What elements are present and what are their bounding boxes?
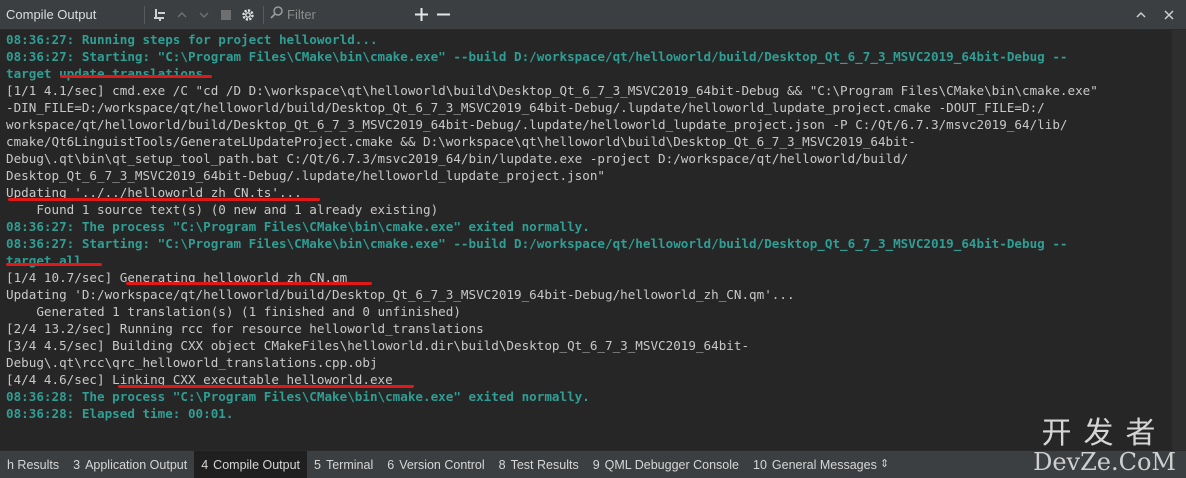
output-line: cmake/Qt6LinguistTools/GenerateLUpdatePr… <box>6 133 1098 150</box>
down-icon[interactable] <box>193 4 215 26</box>
search-icon <box>270 5 284 24</box>
tab-test-results[interactable]: 8 Test Results <box>492 451 586 478</box>
maximize-icon[interactable] <box>1130 4 1152 26</box>
tab-application-output[interactable]: 3 Application Output <box>66 451 194 478</box>
pane-title: Compile Output <box>6 7 97 22</box>
tab-qml-debugger-console[interactable]: 9 QML Debugger Console <box>586 451 746 478</box>
output-text-segment: [1/4 10.7/sec] <box>6 270 120 285</box>
output-text-segment: 08:36:28: The process "C:\Program Files\… <box>6 389 590 404</box>
gear-icon[interactable] <box>237 4 259 26</box>
compile-output-panel[interactable]: 08:36:27: Running steps for project hell… <box>0 30 1186 450</box>
annotation-underline <box>118 385 414 388</box>
output-line: target all <box>6 252 1098 269</box>
tab-label: Application Output <box>85 457 188 472</box>
tab-label: Test Results <box>510 457 579 472</box>
tab-label: QML Debugger Console <box>604 457 739 472</box>
filter-placeholder: Filter <box>287 7 316 22</box>
annotation-underline <box>8 198 320 201</box>
annotation-underline <box>60 75 212 78</box>
minus-icon[interactable] <box>432 4 454 26</box>
output-text-segment: target <box>6 66 60 81</box>
output-text-segment: cmake/Qt6LinguistTools/GenerateLUpdatePr… <box>6 134 916 149</box>
tab-number: 5 <box>314 457 321 472</box>
output-text-segment: workspace/qt/helloworld/build/Desktop_Qt… <box>6 117 1068 132</box>
output-line: Debug\.qt\bin\qt_setup_tool_path.bat C:/… <box>6 150 1098 167</box>
tab-number: 3 <box>73 457 81 472</box>
output-text-segment: Debug\.qt\bin\qt_setup_tool_path.bat C:/… <box>6 151 909 166</box>
output-line: target update translations <box>6 65 1098 82</box>
tab-terminal[interactable]: 5 Terminal <box>307 451 380 478</box>
output-line: Generated 1 translation(s) (1 finished a… <box>6 303 1098 320</box>
output-text-segment: Updating 'D:/workspace/qt/helloworld/bui… <box>6 287 795 302</box>
output-text-segment: Generated 1 translation(s) (1 finished a… <box>6 304 461 319</box>
tab-number: 8 <box>498 457 506 472</box>
output-line: Debug\.qt\rcc\qrc_helloworld_translation… <box>6 354 1098 371</box>
output-text-segment: [1/1 4.1/sec] cmd.exe /C "cd /D D:\works… <box>6 83 1098 98</box>
output-text-segment: Found 1 source text(s) (0 new and 1 alre… <box>6 202 439 217</box>
output-text-segment: Debug\.qt\rcc\qrc_helloworld_translation… <box>6 355 378 370</box>
tab-label: General Messages <box>771 457 877 472</box>
tab-label: Compile Output <box>213 457 301 472</box>
output-line: 08:36:27: The process "C:\Program Files\… <box>6 218 1098 235</box>
output-line: 08:36:27: Running steps for project hell… <box>6 31 1098 48</box>
output-line: [3/4 4.5/sec] Building CXX object CMakeF… <box>6 337 1098 354</box>
tab-h-results[interactable]: h Results <box>0 451 66 478</box>
close-icon[interactable] <box>1158 4 1180 26</box>
filter-input[interactable]: Filter <box>270 4 410 26</box>
output-line: 08:36:27: Starting: "C:\Program Files\CM… <box>6 48 1098 65</box>
tab-number: 10 <box>753 457 767 472</box>
up-icon[interactable] <box>171 4 193 26</box>
output-text-segment: [3/4 4.5/sec] Building CXX object CMakeF… <box>6 338 750 353</box>
tab-version-control[interactable]: 6 Version Control <box>380 451 491 478</box>
tab-number: 9 <box>592 457 600 472</box>
sweep-icon[interactable] <box>149 4 171 26</box>
output-text-segment: 08:36:28: Elapsed time: 00:01. <box>6 406 234 421</box>
output-line: [2/4 13.2/sec] Running rcc for resource … <box>6 320 1098 337</box>
tab-label: Version Control <box>399 457 485 472</box>
output-line: workspace/qt/helloworld/build/Desktop_Qt… <box>6 116 1098 133</box>
output-line: Desktop_Qt_6_7_3_MSVC2019_64bit-Debug/.l… <box>6 167 1098 184</box>
tab-number: 6 <box>387 457 395 472</box>
output-line: -DIN_FILE=D:/workspace/qt/helloworld/bui… <box>6 99 1098 116</box>
output-pane-tabs: h Results 3 Application Output 4 Compile Out… <box>0 450 1186 478</box>
vertical-scrollbar[interactable] <box>1172 30 1186 450</box>
output-text-segment: [2/4 13.2/sec] Running rcc for resource … <box>6 321 484 336</box>
more-tabs-chevron-icon[interactable]: ⇕ <box>880 457 889 470</box>
output-line: 08:36:27: Starting: "C:\Program Files\CM… <box>6 235 1098 252</box>
output-text-segment: -DIN_FILE=D:/workspace/qt/helloworld/bui… <box>6 100 1045 115</box>
output-toolbar: Compile Output Filter <box>0 0 1186 30</box>
plus-icon[interactable] <box>410 4 432 26</box>
tab-label: h Results <box>7 457 60 472</box>
output-text-segment: 08:36:27: Running steps for project hell… <box>6 32 378 47</box>
output-line: Found 1 source text(s) (0 new and 1 alre… <box>6 201 1098 218</box>
output-text-segment: [4/4 4.6/sec] <box>6 372 113 387</box>
output-text-segment: 08:36:27: Starting: "C:\Program Files\CM… <box>6 236 1068 251</box>
annotation-underline <box>126 282 372 285</box>
output-line: [1/1 4.1/sec] cmd.exe /C "cd /D D:\works… <box>6 82 1098 99</box>
output-text-segment: 08:36:27: Starting: "C:\Program Files\CM… <box>6 49 1068 64</box>
toolbar-divider <box>144 5 145 24</box>
output-line: 08:36:28: The process "C:\Program Files\… <box>6 388 1098 405</box>
tab-general-messages[interactable]: 10 General Messages <box>746 451 884 478</box>
tab-label: Terminal <box>325 457 374 472</box>
stop-icon[interactable] <box>215 4 237 26</box>
annotation-underline <box>6 263 102 266</box>
output-text-segment: update translations <box>59 66 204 81</box>
output-text: 08:36:27: Running steps for project hell… <box>6 31 1098 422</box>
output-text-segment: 08:36:27: The process "C:\Program Files\… <box>6 219 590 234</box>
tab-compile-output[interactable]: 4 Compile Output <box>194 450 308 478</box>
output-text-segment: Desktop_Qt_6_7_3_MSVC2019_64bit-Debug/.l… <box>6 168 605 183</box>
output-line: 08:36:28: Elapsed time: 00:01. <box>6 405 1098 422</box>
toolbar-divider <box>263 5 264 24</box>
output-line: Updating 'D:/workspace/qt/helloworld/bui… <box>6 286 1098 303</box>
tab-number: 4 <box>201 457 209 472</box>
